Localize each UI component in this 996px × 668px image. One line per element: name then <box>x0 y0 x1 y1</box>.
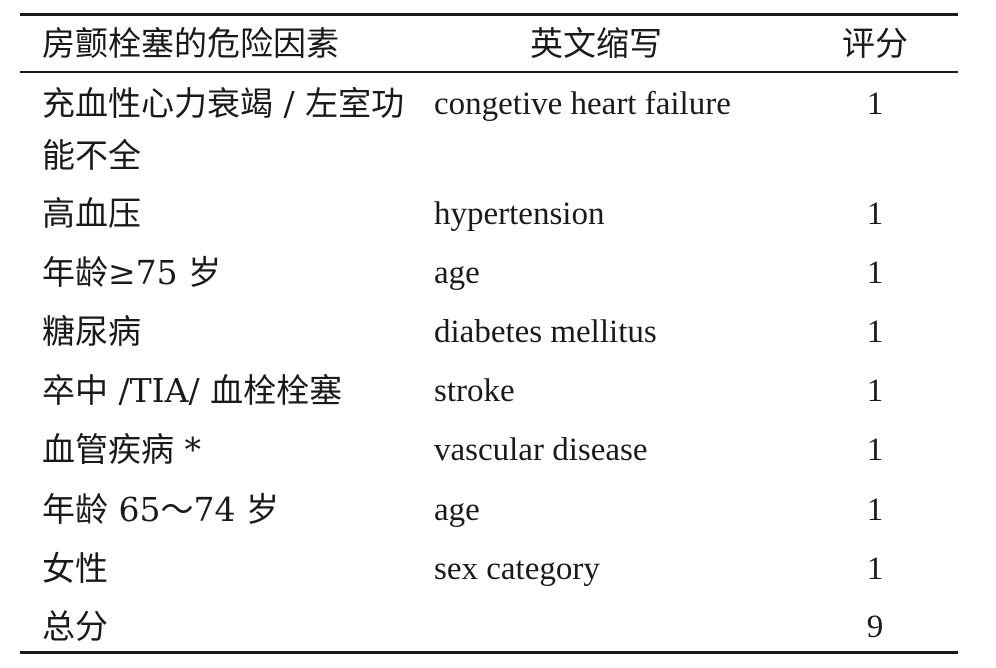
table-row-abbr: sex category <box>434 551 600 587</box>
table-row-factor: 年龄 65～74 岁 <box>42 490 279 529</box>
table-row-score: 1 <box>866 196 884 232</box>
table-header-rule <box>20 71 958 73</box>
table-row-abbr: diabetes mellitus <box>434 314 657 350</box>
header-score: 评分 <box>842 24 908 63</box>
table-row-factor: 糖尿病 <box>42 312 141 351</box>
total-label: 总分 <box>42 607 108 646</box>
table-row-abbr: hypertension <box>434 196 605 232</box>
header-abbreviation: 英文缩写 <box>530 24 662 63</box>
table-row-score: 1 <box>866 551 884 587</box>
table-row-factor: 高血压 <box>42 194 141 233</box>
table-row-factor: 血管疾病 * <box>42 430 201 469</box>
table-top-rule <box>20 13 958 16</box>
table-row-score: 1 <box>866 86 884 122</box>
table-row-score: 1 <box>866 255 884 291</box>
total-score: 9 <box>866 609 884 645</box>
table-row-abbr: stroke <box>434 373 515 409</box>
table-row-factor: 卒中 /TIA/ 血栓栓塞 <box>42 371 343 410</box>
table-row-score: 1 <box>866 492 884 528</box>
table-row-score: 1 <box>866 314 884 350</box>
table-row-score: 1 <box>866 432 884 468</box>
table-row-abbr: vascular disease <box>434 432 648 468</box>
risk-factor-table: 房颤栓塞的危险因素 英文缩写 评分 充血性心力衰竭 / 左室功能不全 conge… <box>0 0 996 668</box>
table-row-factor: 充血性心力衰竭 / 左室功能不全 <box>42 84 405 175</box>
table-row-factor: 年龄≥75 岁 <box>42 253 222 292</box>
header-risk-factor: 房颤栓塞的危险因素 <box>42 24 339 63</box>
table-row-factor: 女性 <box>42 549 108 588</box>
table-row-abbr: congetive heart failure <box>434 86 731 122</box>
table-row-abbr: age <box>434 255 480 291</box>
table-bottom-rule <box>20 651 958 654</box>
table-row-score: 1 <box>866 373 884 409</box>
table-row-abbr: age <box>434 492 480 528</box>
